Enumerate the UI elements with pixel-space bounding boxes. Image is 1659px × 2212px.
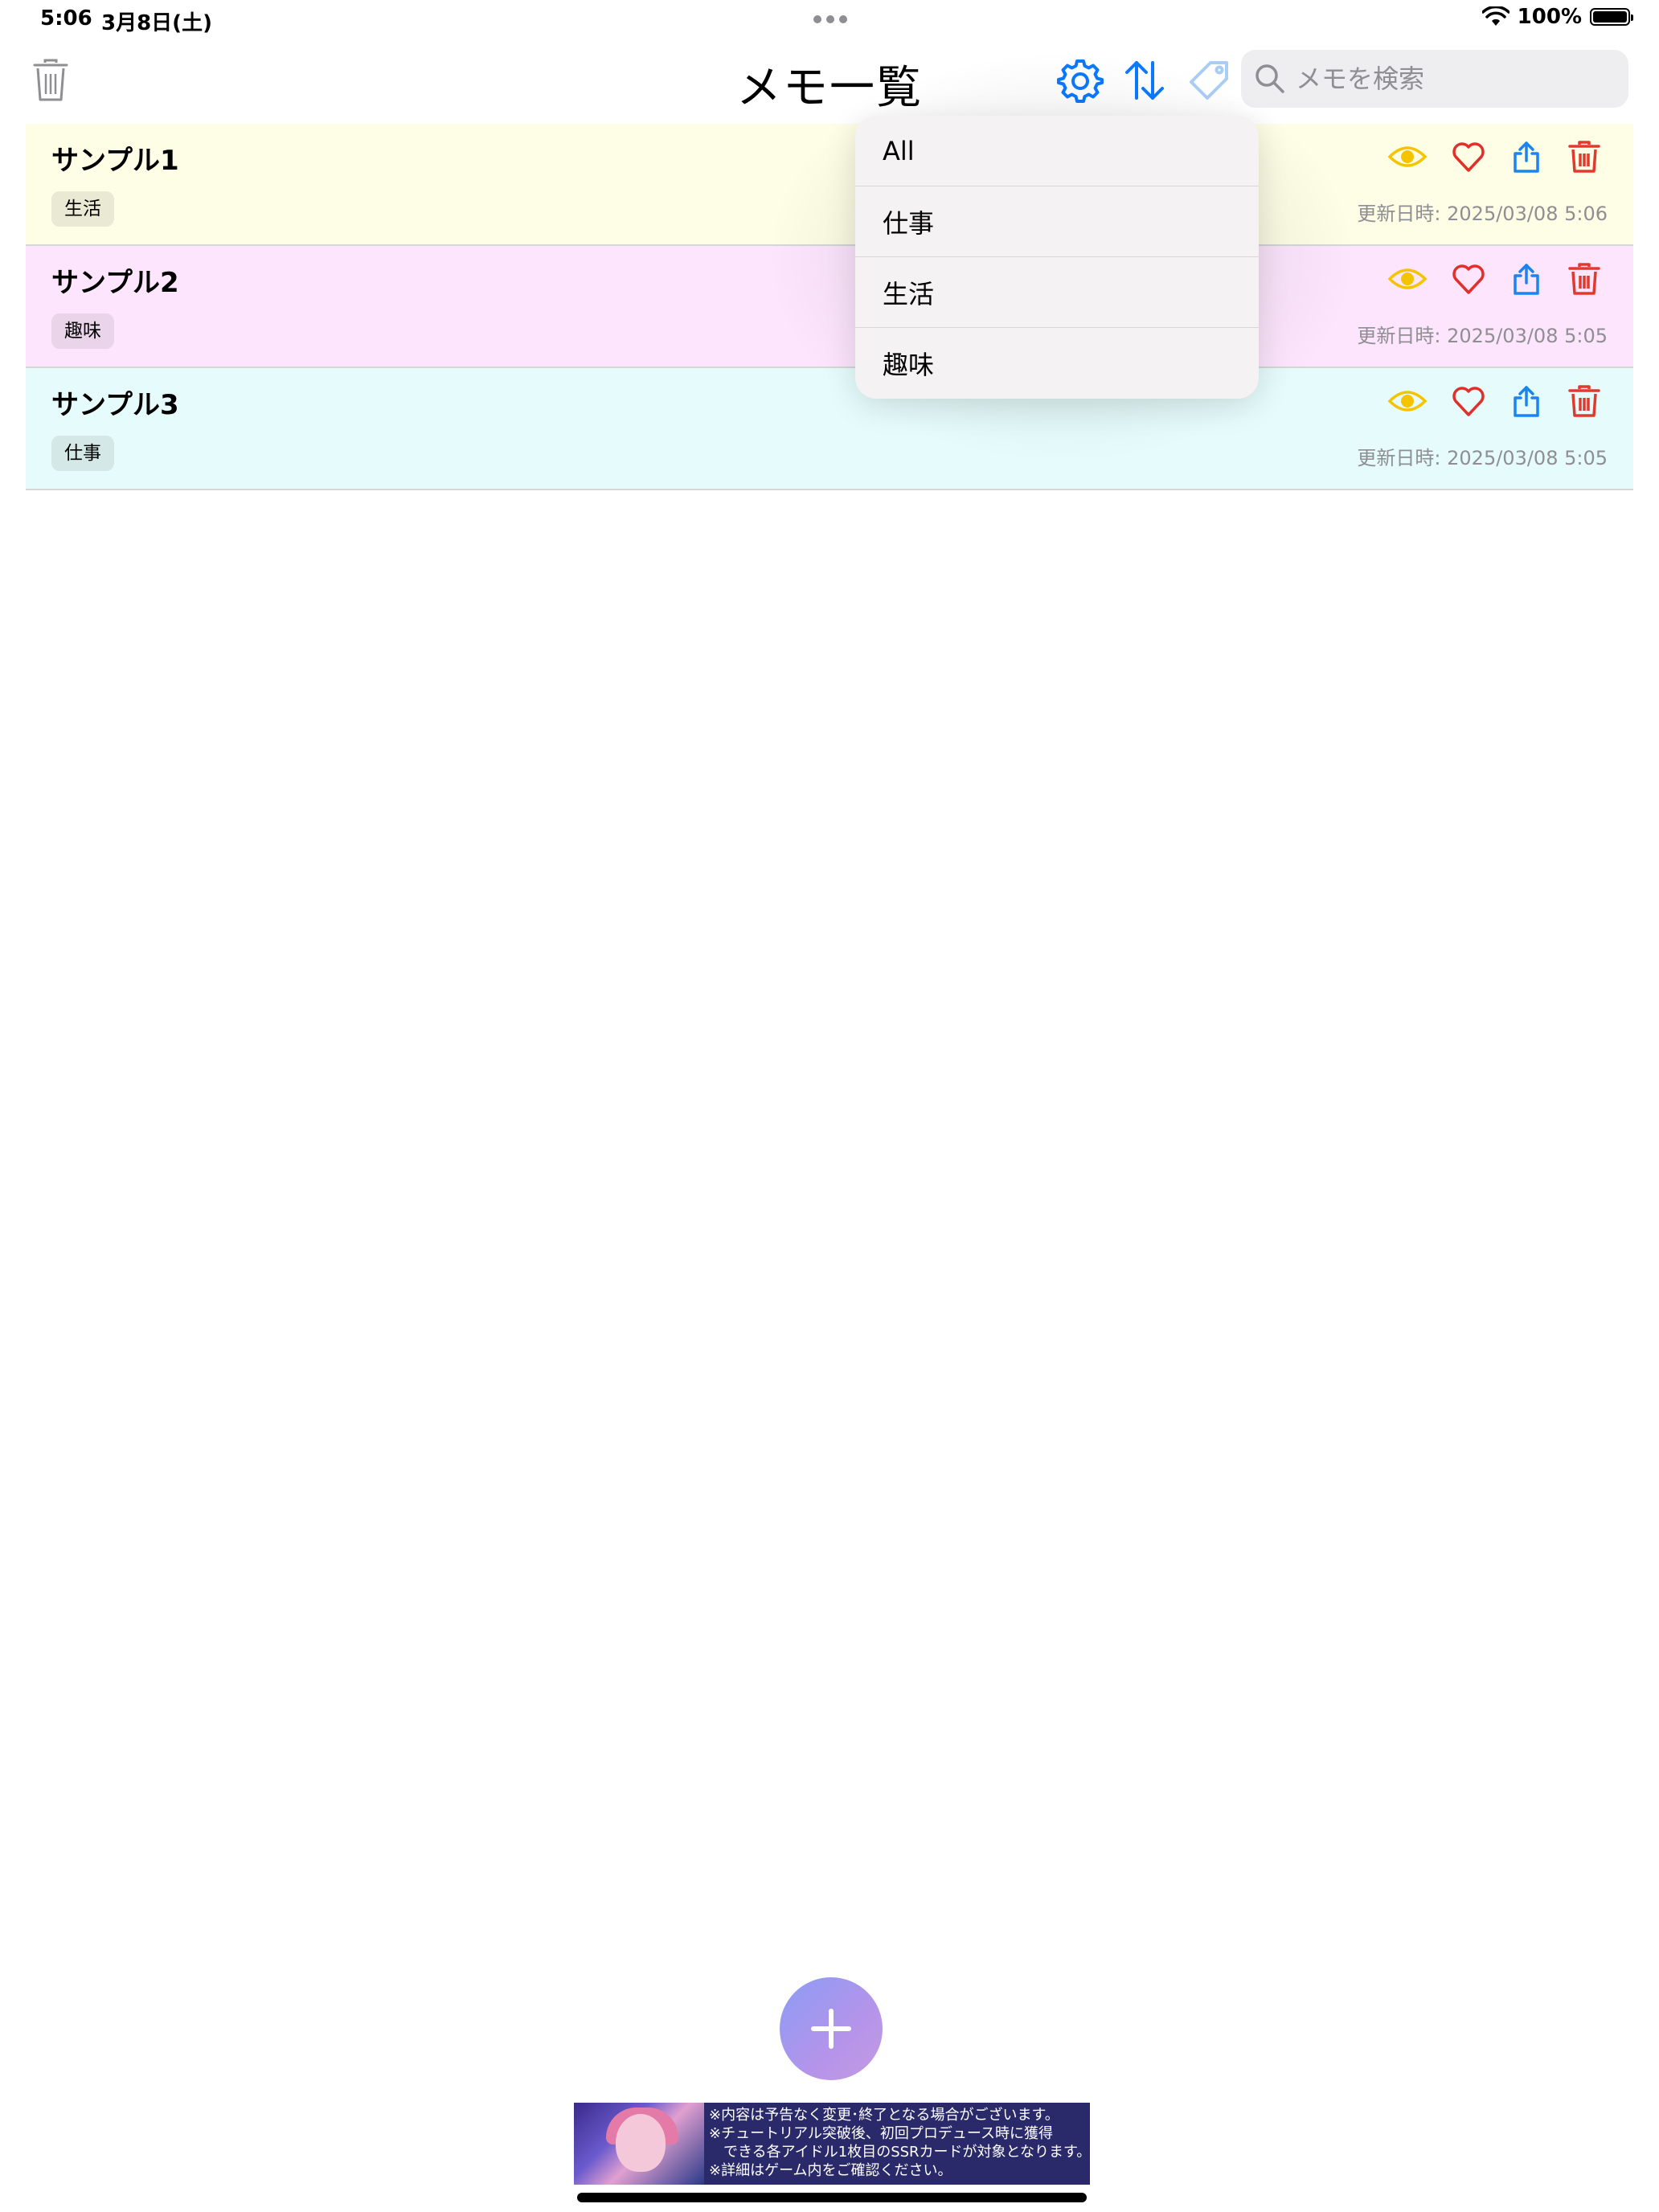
sort-icon[interactable] bbox=[1120, 56, 1169, 104]
memo-list: サンプル1 生活 更新日時: 2025/03/08 5:06 サンプル2 趣味 … bbox=[26, 124, 1633, 490]
ad-banner[interactable]: ※内容は予告なく変更･終了となる場合がございます。 ※チュートリアル突破後、初回… bbox=[574, 2103, 1090, 2185]
trash-icon[interactable] bbox=[1567, 262, 1601, 296]
ad-line: ※チュートリアル突破後、初回プロデュース時に獲得 bbox=[709, 2125, 1053, 2142]
heart-icon[interactable] bbox=[1452, 384, 1485, 418]
battery-icon bbox=[1590, 8, 1633, 26]
memo-actions bbox=[1387, 384, 1601, 418]
status-date: 3月8日(土) bbox=[101, 11, 212, 35]
ad-text: ※内容は予告なく変更･終了となる場合がございます。 ※チュートリアル突破後、初回… bbox=[704, 2103, 1090, 2185]
share-icon[interactable] bbox=[1509, 384, 1543, 418]
memo-actions bbox=[1387, 262, 1601, 296]
add-memo-button[interactable] bbox=[780, 1977, 883, 2080]
memo-updated-date: 更新日時: 2025/03/08 5:05 bbox=[1357, 447, 1608, 469]
memo-tag: 仕事 bbox=[51, 436, 114, 471]
menu-item-hobby[interactable]: 趣味 bbox=[855, 328, 1259, 399]
plus-icon bbox=[811, 2009, 851, 2049]
menu-item-life[interactable]: 生活 bbox=[855, 257, 1259, 328]
menu-item-all[interactable]: All bbox=[855, 116, 1259, 186]
trash-icon[interactable] bbox=[1567, 384, 1601, 418]
menu-item-work[interactable]: 仕事 bbox=[855, 186, 1259, 257]
memo-row[interactable]: サンプル3 仕事 更新日時: 2025/03/08 5:05 bbox=[26, 368, 1633, 490]
memo-title: サンプル1 bbox=[51, 145, 179, 177]
ad-line: ※詳細はゲーム内をご確認ください。 bbox=[709, 2162, 952, 2179]
share-icon[interactable] bbox=[1509, 140, 1543, 174]
trash-icon[interactable] bbox=[1567, 140, 1601, 174]
battery-percent: 100% bbox=[1517, 5, 1582, 29]
memo-tag: 生活 bbox=[51, 191, 114, 227]
status-right: 100% bbox=[1481, 5, 1633, 29]
heart-icon[interactable] bbox=[1452, 262, 1485, 296]
memo-row[interactable]: サンプル2 趣味 更新日時: 2025/03/08 5:05 bbox=[26, 246, 1633, 368]
eye-icon[interactable] bbox=[1387, 384, 1428, 418]
eye-icon[interactable] bbox=[1387, 140, 1428, 174]
eye-icon[interactable] bbox=[1387, 262, 1428, 296]
ad-character-image bbox=[574, 2103, 704, 2185]
status-time: 5:06 bbox=[40, 6, 92, 31]
memo-title: サンプル2 bbox=[51, 267, 179, 299]
memo-updated-date: 更新日時: 2025/03/08 5:05 bbox=[1357, 325, 1608, 347]
memo-title: サンプル3 bbox=[51, 389, 179, 421]
gear-icon[interactable] bbox=[1056, 56, 1104, 104]
memo-actions bbox=[1387, 140, 1601, 174]
heart-icon[interactable] bbox=[1452, 140, 1485, 174]
memo-tag: 趣味 bbox=[51, 313, 114, 349]
search-icon bbox=[1256, 64, 1284, 93]
tag-filter-menu: All 仕事 生活 趣味 bbox=[855, 116, 1259, 399]
ad-line: できる各アイドル1枚目のSSRカードが対象となります。 bbox=[709, 2144, 1090, 2161]
memo-row[interactable]: サンプル1 生活 更新日時: 2025/03/08 5:06 bbox=[26, 124, 1633, 246]
nav-bar: メモ一覧 bbox=[0, 40, 1659, 121]
ad-line: ※内容は予告なく変更･終了となる場合がございます。 bbox=[709, 2107, 1059, 2124]
tag-icon[interactable] bbox=[1185, 56, 1233, 104]
home-indicator[interactable] bbox=[577, 2193, 1087, 2202]
wifi-icon bbox=[1481, 6, 1509, 26]
share-icon[interactable] bbox=[1509, 262, 1543, 296]
memo-updated-date: 更新日時: 2025/03/08 5:06 bbox=[1357, 203, 1608, 225]
status-bar: 5:06 3月8日(土) 100% bbox=[0, 0, 1659, 39]
multitask-dots-icon[interactable] bbox=[813, 15, 849, 23]
search-input[interactable] bbox=[1296, 63, 1617, 94]
search-bar[interactable] bbox=[1241, 50, 1628, 108]
